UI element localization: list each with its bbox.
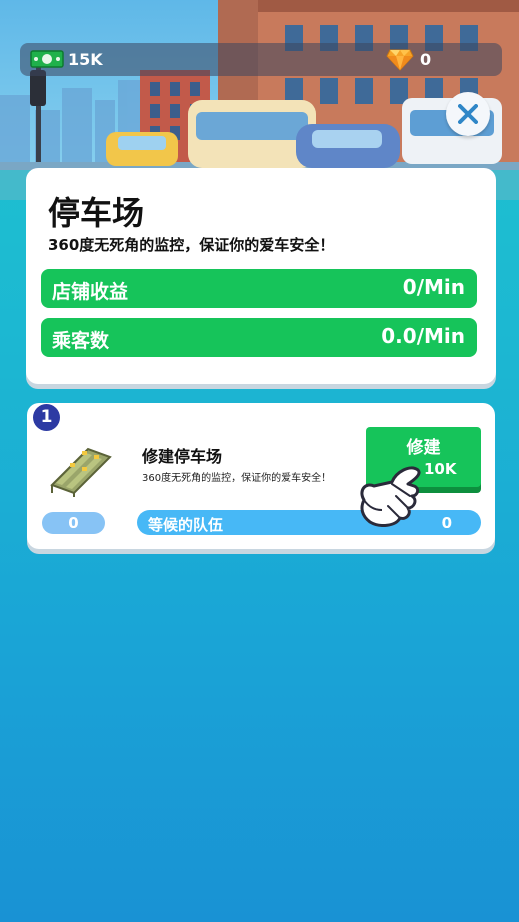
parking-lot-icon	[50, 447, 112, 497]
queue-label: 等候的队伍	[148, 516, 224, 534]
stat-label: 店铺收益	[52, 281, 129, 303]
shop-description: 360度无死角的监控，保证你的爱车安全！	[48, 236, 335, 254]
shop-title: 停车场	[48, 194, 145, 232]
cash-bill-icon	[30, 50, 64, 68]
diamond-icon	[386, 49, 414, 71]
stat-label: 乘客数	[52, 330, 110, 352]
shop-info-card: 停车场 360度无死角的监控，保证你的爱车安全！ 店铺收益 0/Min 乘客数 …	[26, 168, 496, 384]
level-badge: 1	[33, 404, 60, 431]
stat-row-passengers: 乘客数 0.0/Min	[41, 318, 477, 357]
close-icon	[458, 104, 478, 124]
queue-value: 0	[441, 514, 452, 532]
build-item-name: 修建停车场	[142, 447, 223, 466]
owned-count: 0	[42, 512, 105, 534]
gem-amount: 0	[420, 50, 432, 69]
currency-bar: 15K 0	[20, 43, 502, 76]
pointing-hand-icon	[360, 466, 421, 527]
build-item-description: 360度无死角的监控，保证你的爱车安全！	[142, 473, 332, 484]
waiting-queue-bar: 等候的队伍 0	[137, 510, 481, 535]
build-button-label: 修建	[406, 438, 441, 458]
stat-value: 0/Min	[402, 275, 465, 299]
stat-row-revenue: 店铺收益 0/Min	[41, 269, 477, 308]
close-button[interactable]	[446, 92, 490, 136]
build-button-cost: 10K	[424, 460, 457, 478]
stat-value: 0.0/Min	[381, 324, 465, 348]
cash-amount: 15K	[68, 50, 103, 69]
